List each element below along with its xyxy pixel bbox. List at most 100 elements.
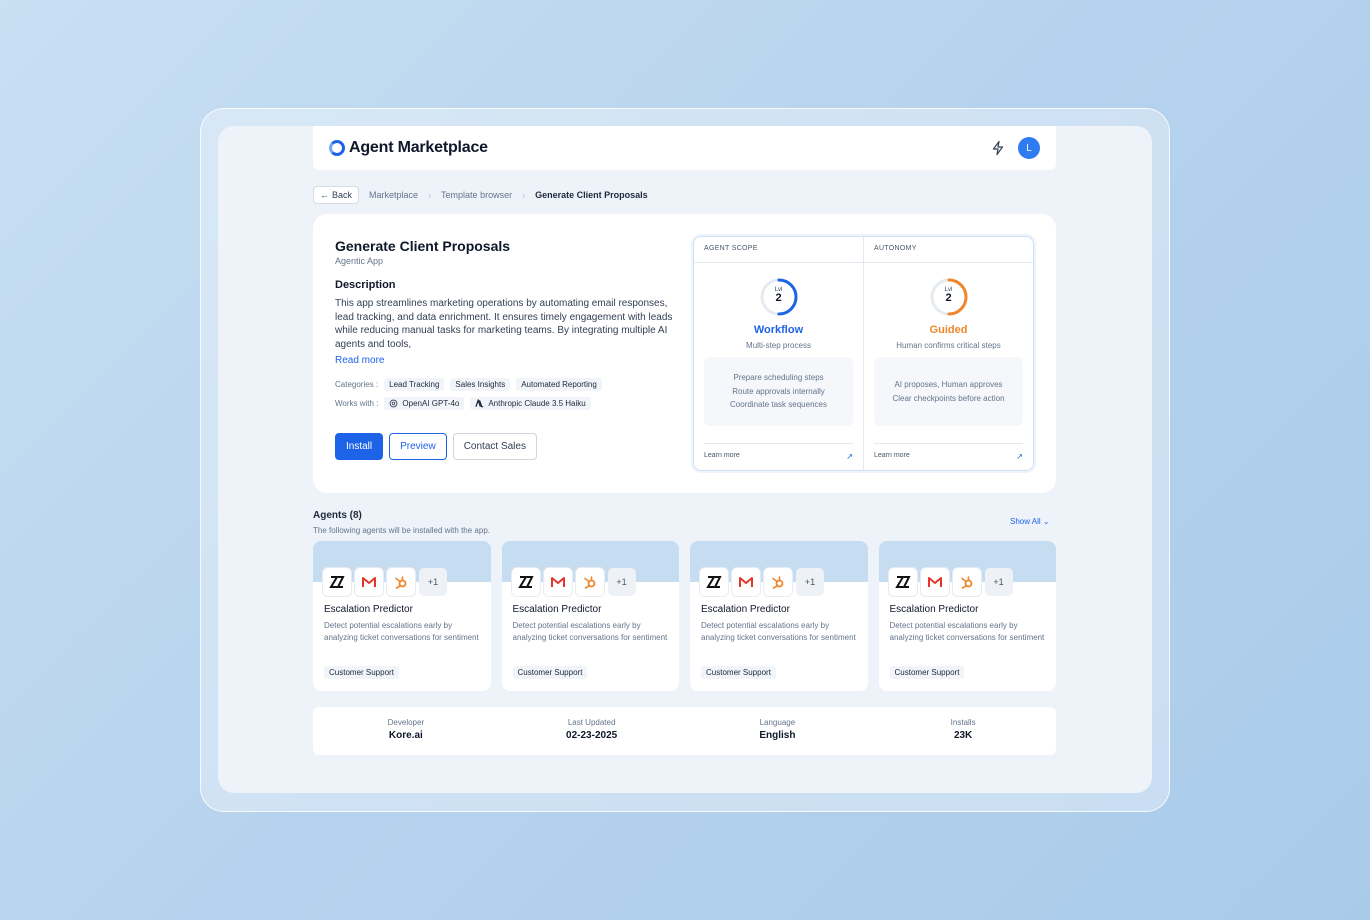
agents-subheading: The following agents will be installed w… <box>313 526 490 535</box>
lightning-icon[interactable] <box>990 140 1006 156</box>
info-developer: Developer Kore.ai <box>387 718 425 741</box>
more-integrations-badge: +1 <box>419 568 447 596</box>
agent-integrations: +1 <box>888 568 1013 596</box>
zendesk-icon <box>511 568 540 596</box>
logo-icon <box>329 140 345 156</box>
agent-category-tag: Customer Support <box>701 666 776 679</box>
autonomy-name: Guided <box>929 324 968 336</box>
breadcrumb-item-template-browser[interactable]: Template browser <box>441 190 512 200</box>
info-language: Language English <box>759 718 796 741</box>
agent-scope-name: Workflow <box>753 324 804 336</box>
category-chip[interactable]: Automated Reporting <box>516 378 602 391</box>
more-integrations-badge: +1 <box>607 568 636 596</box>
description-text: This app streamlines marketing operation… <box>335 298 673 350</box>
hubspot-icon <box>952 568 981 596</box>
contact-sales-button[interactable]: Contact Sales <box>452 433 537 460</box>
autonomy-level: 2 <box>945 292 952 304</box>
agent-scope-examples: Prepare scheduling steps Route approvals… <box>704 357 853 426</box>
agent-name: Escalation Predictor <box>889 604 979 615</box>
model-chip-anthropic[interactable]: Anthropic Claude 3.5 Haiku <box>470 397 591 410</box>
category-chip[interactable]: Lead Tracking <box>384 378 445 391</box>
user-avatar[interactable]: L <box>1018 137 1040 159</box>
install-button[interactable]: Install <box>335 433 384 460</box>
app-title: Agent Marketplace <box>349 139 488 156</box>
top-bar: Agent Marketplace L <box>313 126 1056 170</box>
chevron-right-icon: › <box>428 190 432 200</box>
agent-integrations: +1 <box>511 568 636 596</box>
agent-scope-level-gauge: Lvl 2 <box>759 277 799 317</box>
app-info-bar: Developer Kore.ai Last Updated 02-23-202… <box>313 707 1056 755</box>
agent-name: Escalation Predictor <box>701 604 790 615</box>
arrow-up-right-icon: ↗ <box>1016 452 1023 461</box>
agent-category-tag: Customer Support <box>512 666 588 679</box>
agent-scope-column: AGENT SCOPE Lvl 2 Workflow Multi-step pr… <box>694 237 863 470</box>
action-buttons: Install Preview Contact Sales <box>335 433 537 460</box>
info-installs: Installs 23K <box>950 718 976 741</box>
autonomy-level-gauge: Lvl 2 <box>929 277 969 317</box>
read-more-link[interactable]: Read more <box>335 355 384 366</box>
arrow-up-right-icon: ↗ <box>846 452 853 461</box>
works-with-row: Works with : OpenAI GPT-4o Anthropic Cla… <box>335 397 591 410</box>
hubspot-icon <box>387 568 415 596</box>
gmail-icon <box>355 568 383 596</box>
breadcrumb-item-marketplace[interactable]: Marketplace <box>369 190 418 200</box>
model-chip-openai[interactable]: OpenAI GPT-4o <box>384 397 465 410</box>
agent-card[interactable]: +1 Escalation Predictor Detect potential e… <box>878 541 1056 691</box>
autonomy-examples: AI proposes, Human approves Clear checkp… <box>874 357 1023 426</box>
chevron-right-icon: › <box>522 190 526 200</box>
page-title: Generate Client Proposals <box>335 238 511 254</box>
app-type: Agentic App <box>335 256 384 266</box>
app-logo[interactable]: Agent Marketplace <box>329 139 488 157</box>
description-heading: Description <box>335 279 396 291</box>
agent-card[interactable]: +1 Escalation Predictor Detect potential e… <box>690 541 868 691</box>
openai-icon <box>390 399 398 408</box>
back-button[interactable]: ← Back <box>313 186 360 204</box>
chevron-down-icon: ⌄ <box>1042 517 1050 526</box>
hubspot-icon <box>575 568 604 596</box>
agent-scope-heading: AGENT SCOPE <box>694 237 863 263</box>
more-integrations-badge: +1 <box>796 568 824 596</box>
info-last-updated: Last Updated 02-23-2025 <box>566 718 618 741</box>
agent-description: Detect potential escalations early by ana… <box>512 621 668 642</box>
works-with-label: Works with : <box>335 399 379 408</box>
hubspot-icon <box>764 568 792 596</box>
gmail-icon <box>543 568 572 596</box>
agent-integrations: +1 <box>323 568 447 596</box>
agent-category-tag: Customer Support <box>889 666 965 679</box>
agent-grid: +1 Escalation Predictor Detect potential e… <box>313 541 1056 691</box>
scope-panel: AGENT SCOPE Lvl 2 Workflow Multi-step pr… <box>693 236 1034 471</box>
autonomy-desc: Human confirms critical steps <box>896 341 1001 350</box>
agent-description: Detect potential escalations early by ana… <box>889 621 1045 642</box>
categories-label: Categories : <box>335 380 379 389</box>
autonomy-column: AUTONOMY Lvl 2 Guided Human confirms cri… <box>863 237 1033 470</box>
agents-heading: Agents (8) <box>313 510 362 521</box>
agent-integrations: +1 <box>700 568 824 596</box>
anthropic-icon <box>475 399 484 408</box>
agent-scope-desc: Multi-step process <box>746 341 811 350</box>
agent-category-tag: Customer Support <box>324 666 399 679</box>
preview-button[interactable]: Preview <box>389 433 447 460</box>
show-all-button[interactable]: Show All ⌄ <box>1010 517 1050 526</box>
zendesk-icon <box>888 568 917 596</box>
category-chip[interactable]: Sales Insights <box>450 378 511 391</box>
app-window: Agent Marketplace L ← Back Marketplace ›… <box>218 126 1152 793</box>
autonomy-heading: AUTONOMY <box>864 237 1033 263</box>
agent-scope-level: 2 <box>775 292 782 304</box>
zendesk-icon <box>323 568 351 596</box>
autonomy-learn-more[interactable]: Learn more ↗ <box>874 443 1023 461</box>
arrow-left-icon: ← <box>320 190 329 200</box>
zendesk-icon <box>700 568 728 596</box>
agent-scope-learn-more[interactable]: Learn more ↗ <box>704 443 853 461</box>
breadcrumb-item-current: Generate Client Proposals <box>535 190 648 200</box>
gmail-icon <box>920 568 949 596</box>
categories-row: Categories : Lead Tracking Sales Insight… <box>335 378 602 391</box>
agent-card[interactable]: +1 Escalation Predictor Detect potential e… <box>313 541 491 691</box>
more-integrations-badge: +1 <box>984 568 1013 596</box>
agent-name: Escalation Predictor <box>324 604 413 615</box>
app-detail-card: Generate Client Proposals Agentic App De… <box>313 214 1056 493</box>
agent-description: Detect potential escalations early by ana… <box>701 621 856 642</box>
breadcrumb: ← Back Marketplace › Template browser › … <box>313 186 648 204</box>
agent-card[interactable]: +1 Escalation Predictor Detect potential e… <box>501 541 679 691</box>
agent-name: Escalation Predictor <box>512 604 602 615</box>
agent-description: Detect potential escalations early by ana… <box>324 621 479 642</box>
